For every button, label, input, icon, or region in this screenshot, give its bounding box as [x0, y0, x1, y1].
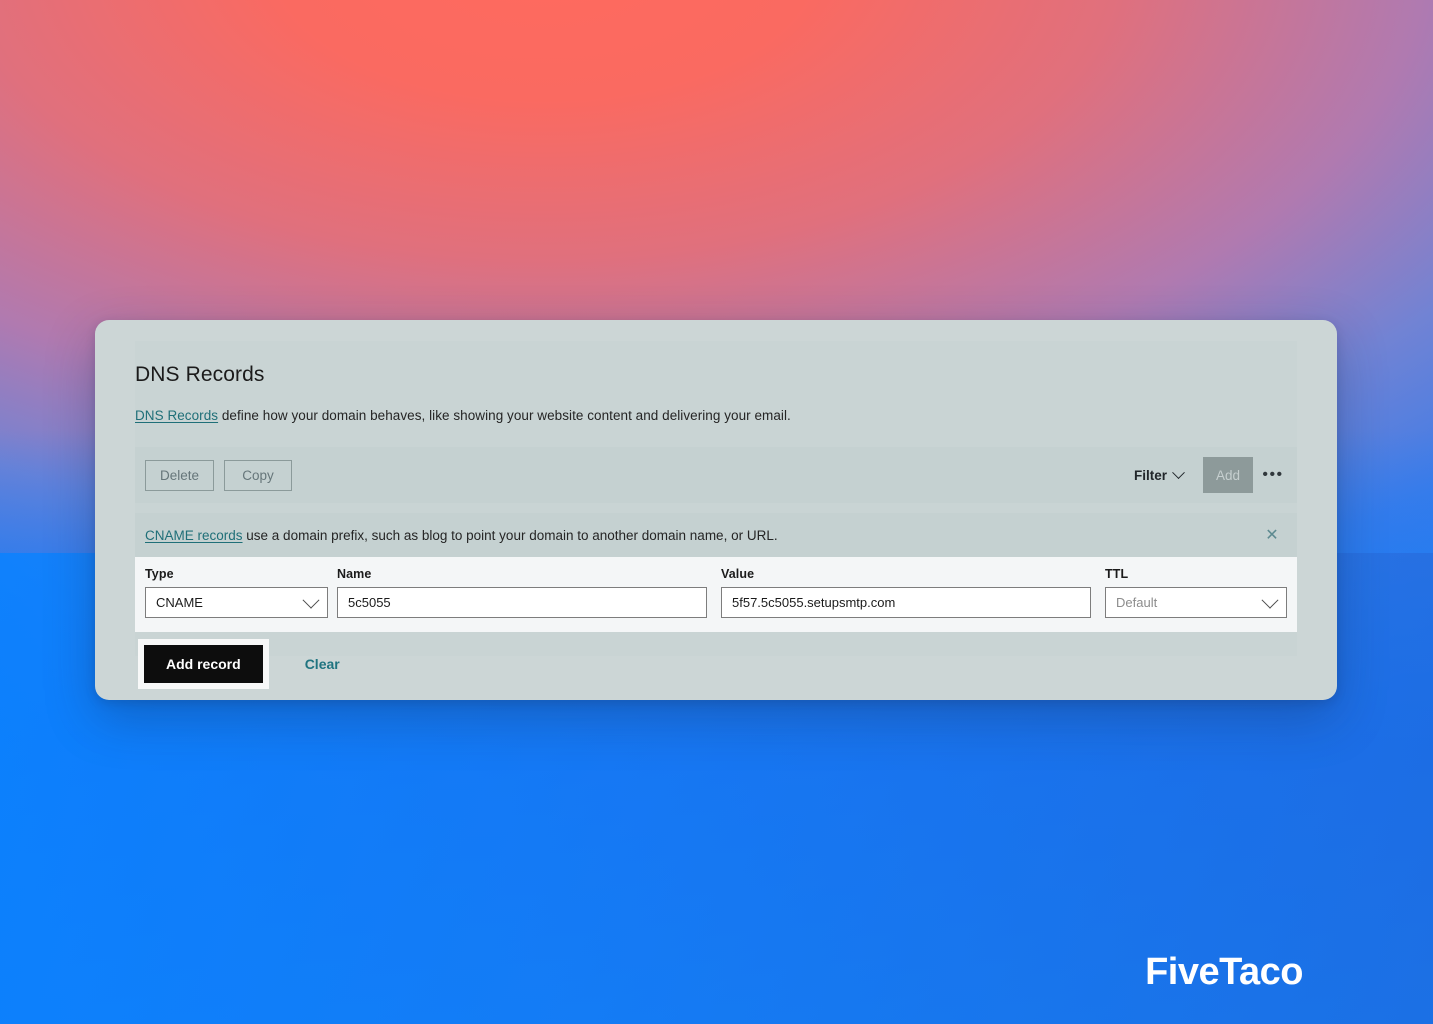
- more-options-icon[interactable]: •••: [1253, 457, 1293, 493]
- type-select-value: CNAME: [156, 595, 203, 610]
- value-field-group: Value 5f57.5c5055.setupsmtp.com: [721, 567, 1091, 618]
- fivetaco-logo: FiveTaco: [1145, 951, 1303, 993]
- toolbar-right-group: Filter Add •••: [1134, 447, 1297, 503]
- form-actions: Add record Clear: [135, 632, 1297, 696]
- clear-button[interactable]: Clear: [299, 655, 346, 673]
- record-form-fields: Type CNAME Name 5c5055 Value 5f57.5c5055…: [135, 557, 1297, 632]
- type-field-group: Type CNAME: [145, 567, 328, 618]
- chevron-down-icon: [302, 591, 320, 609]
- cname-notice-bar: CNAME records use a domain prefix, such …: [135, 513, 1297, 557]
- notice-text: CNAME records use a domain prefix, such …: [145, 528, 778, 543]
- name-input[interactable]: 5c5055: [337, 587, 707, 618]
- records-toolbar: Delete Copy Filter Add •••: [135, 447, 1297, 503]
- filter-dropdown[interactable]: Filter: [1133, 465, 1185, 483]
- dns-records-link[interactable]: DNS Records: [135, 408, 218, 423]
- ttl-field-group: TTL Default: [1105, 567, 1287, 618]
- page-title: DNS Records: [135, 363, 265, 386]
- value-label: Value: [721, 567, 755, 581]
- chevron-down-icon: [1172, 465, 1185, 479]
- dns-records-panel: DNS Records DNS Records define how your …: [135, 341, 1297, 689]
- type-select[interactable]: CNAME: [145, 587, 328, 618]
- copy-button[interactable]: Copy: [224, 459, 293, 491]
- chevron-down-icon: [1261, 591, 1279, 609]
- ttl-label: TTL: [1105, 567, 1129, 581]
- dns-records-card: DNS Records DNS Records define how your …: [95, 320, 1337, 700]
- cname-records-link[interactable]: CNAME records: [145, 528, 243, 543]
- panel-description-text: define how your domain behaves, like sho…: [218, 408, 791, 423]
- delete-button[interactable]: Delete: [145, 459, 215, 491]
- add-button[interactable]: Add: [1203, 457, 1253, 493]
- ttl-select[interactable]: Default: [1105, 587, 1287, 618]
- name-label: Name: [337, 567, 372, 581]
- close-icon[interactable]: ✕: [1261, 524, 1283, 546]
- notice-rest-text: use a domain prefix, such as blog to poi…: [242, 527, 778, 543]
- type-label: Type: [145, 567, 174, 581]
- add-record-button[interactable]: Add record: [144, 645, 263, 683]
- panel-description: DNS Records define how your domain behav…: [135, 408, 791, 423]
- add-record-focus-ring: Add record: [138, 639, 269, 689]
- value-input[interactable]: 5f57.5c5055.setupsmtp.com: [721, 587, 1091, 618]
- ttl-select-value: Default: [1116, 595, 1158, 610]
- filter-label: Filter: [1133, 467, 1167, 483]
- name-field-group: Name 5c5055: [337, 567, 707, 618]
